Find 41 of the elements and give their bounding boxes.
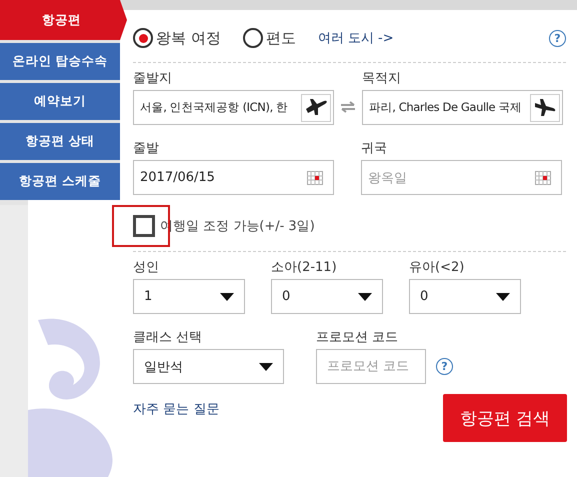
multi-city-link[interactable]: 여러 도시 -> (318, 29, 394, 47)
swap-icon (340, 101, 356, 113)
caret-icon (220, 292, 234, 300)
caret-icon (259, 362, 273, 370)
radio-button[interactable] (133, 28, 153, 48)
sidebar-tab[interactable]: 온라인 탑승수속 (0, 43, 120, 80)
origin-field[interactable]: 서울, 인천국제공항 (ICN), 한 (133, 90, 334, 125)
dropdown[interactable]: 0 (409, 279, 521, 314)
radio-label: 편도 (266, 28, 296, 48)
sidebar-tab[interactable]: 항공편 스케줄 (0, 163, 120, 200)
airport-button[interactable] (301, 94, 331, 122)
faq-link[interactable]: 자주 묻는 질문 (133, 400, 220, 418)
destination-field[interactable]: 파리, Charles De Gaulle 국제 (362, 90, 563, 125)
help-icon[interactable]: ? (549, 30, 566, 46)
field-label: 프로모션 코드 (316, 329, 400, 346)
field-label: 유아(<2) (409, 259, 466, 276)
field-label: 목적지 (362, 70, 402, 87)
dropdown[interactable]: 0 (271, 279, 383, 314)
field-label: 클래스 선택 (133, 329, 204, 346)
search-button[interactable]: 항공편 검색 (443, 394, 567, 442)
checkbox[interactable] (133, 215, 155, 237)
calendar-icon (535, 171, 551, 185)
field-label: 성인 (133, 259, 160, 276)
departure-date-field[interactable]: 2017/06/15 (133, 160, 334, 195)
promo-code-field[interactable]: 프로모션 코드 (316, 349, 426, 384)
field-label: 줄발지 (133, 70, 173, 87)
sidebar-tab[interactable]: 항공편 (0, 0, 127, 40)
sidebar-tab[interactable]: 항공편 상태 (0, 123, 120, 160)
caret-icon (358, 292, 372, 300)
caret-icon (496, 292, 510, 300)
sidebar-tab[interactable]: 예약보기 (0, 83, 120, 120)
airport-button[interactable] (530, 94, 560, 122)
field-label: 귀국 (361, 140, 388, 157)
calendar-icon (307, 171, 323, 185)
dropdown[interactable]: 일반석 (133, 349, 284, 384)
radio-button[interactable] (242, 28, 263, 48)
help-icon[interactable]: ? (436, 358, 453, 375)
radio-label: 왕복 여정 (156, 28, 221, 48)
field-label: 줄발 (133, 140, 160, 157)
field-label: 소아(2-11) (271, 259, 338, 276)
dropdown[interactable]: 1 (133, 279, 245, 314)
